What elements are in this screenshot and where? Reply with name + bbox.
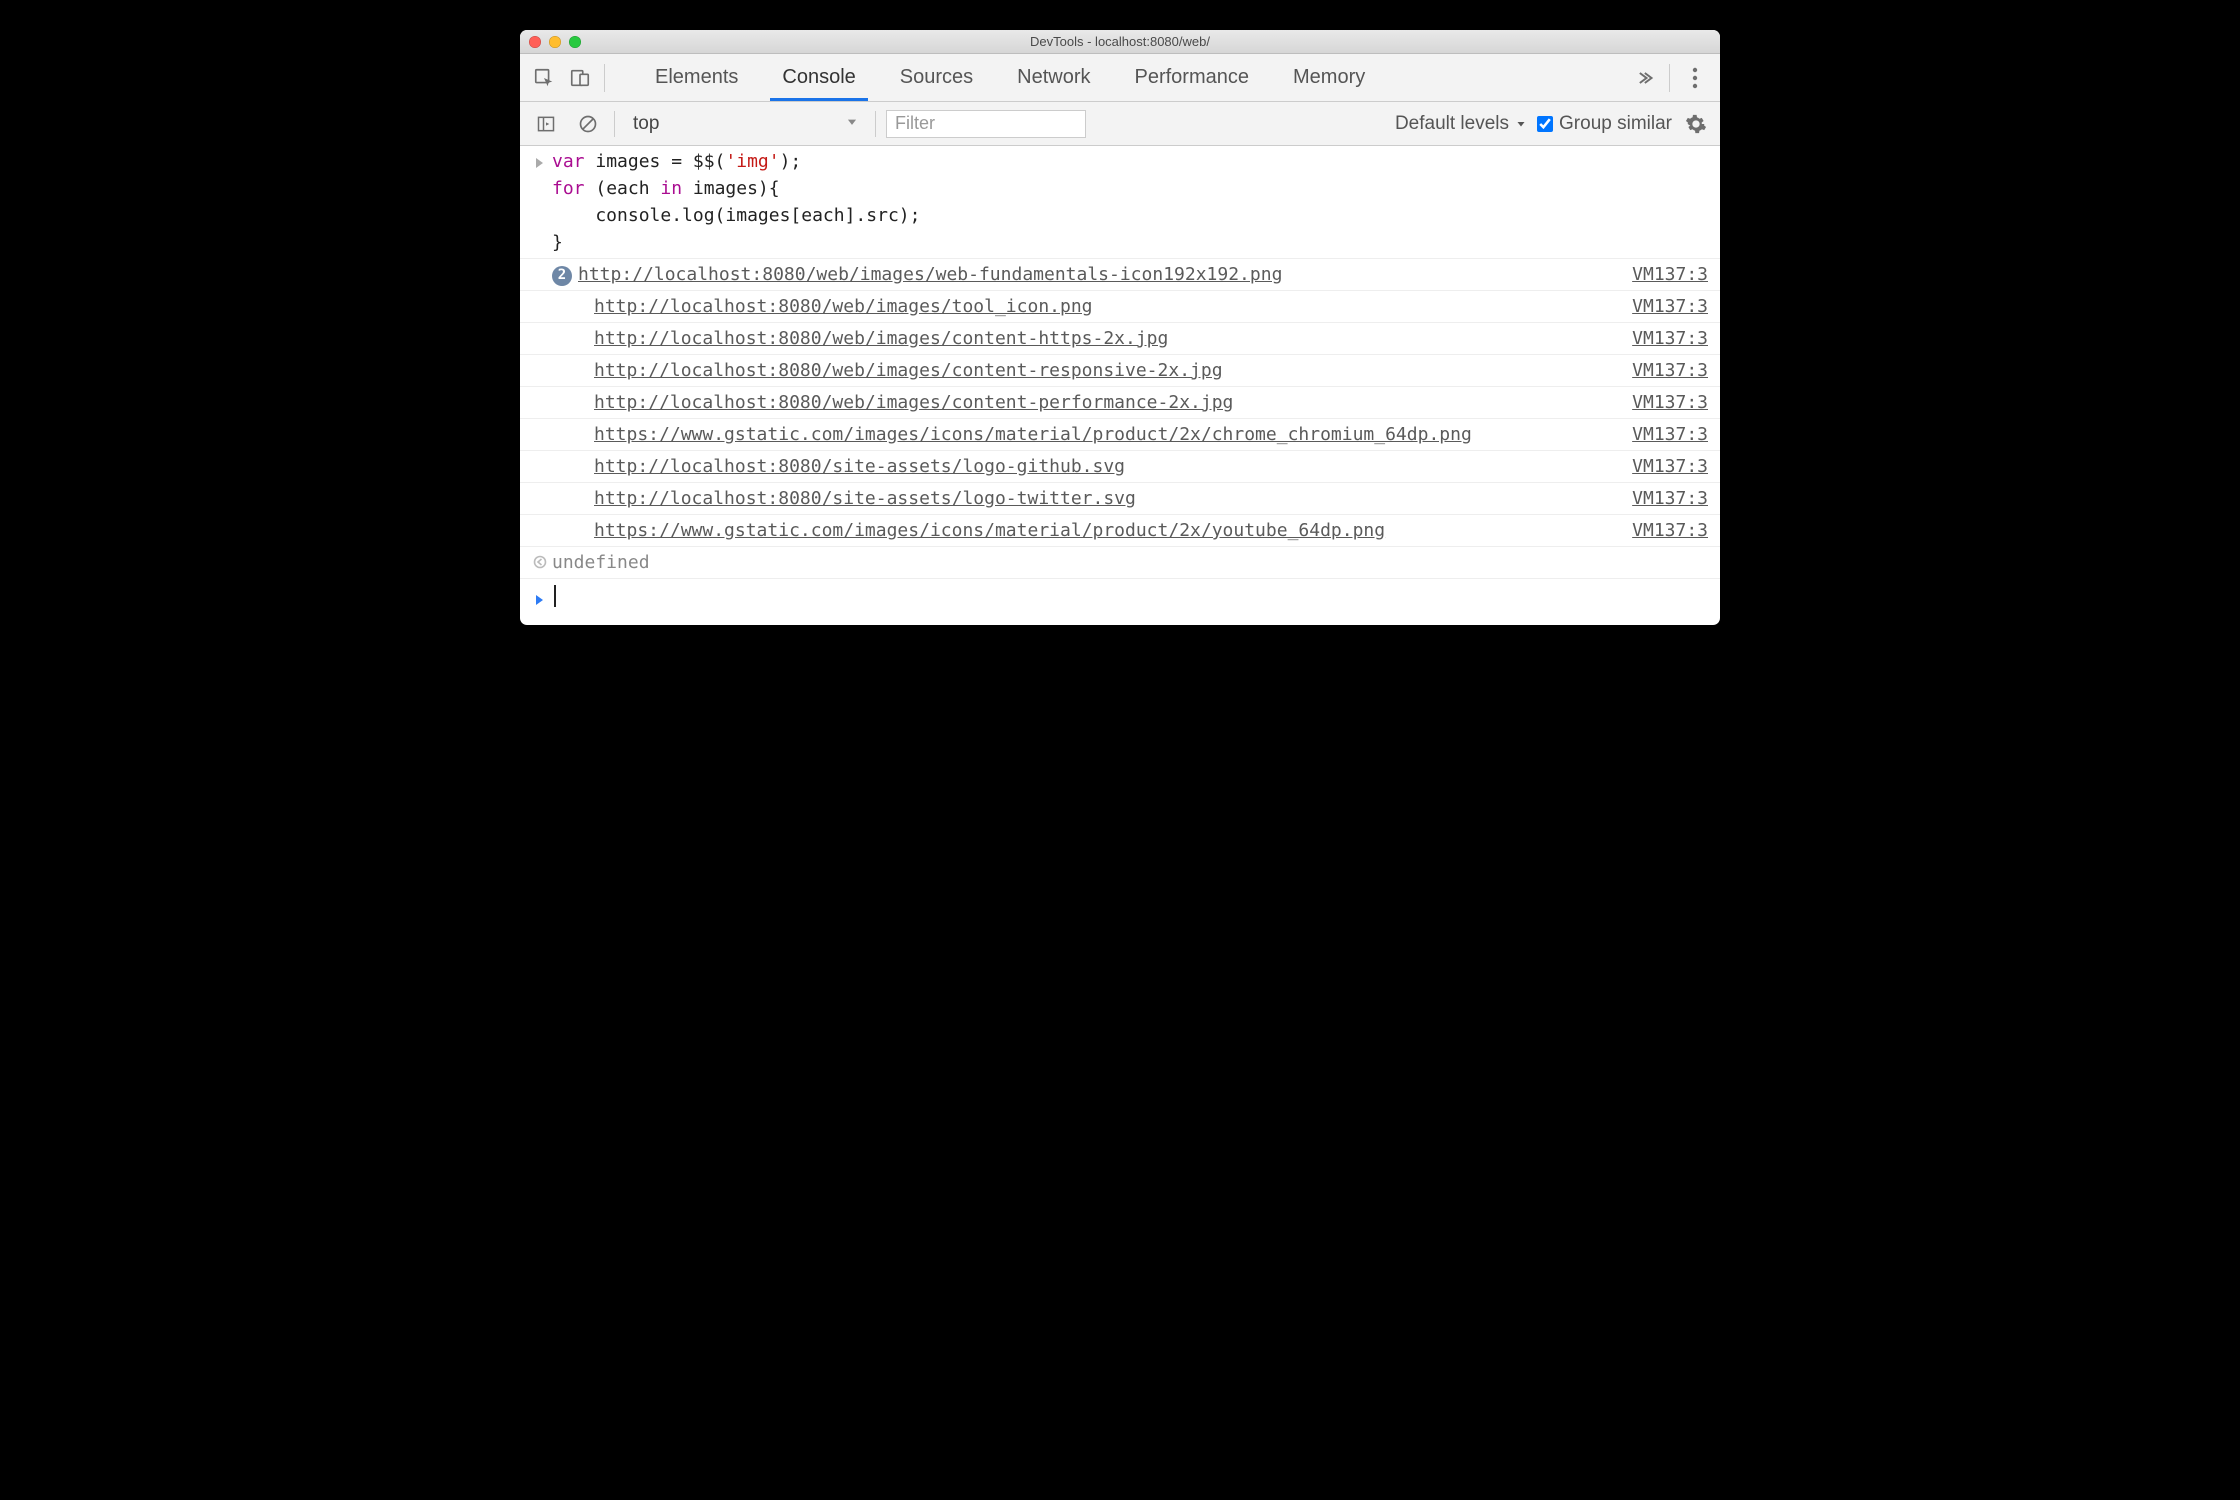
group-similar-toggle[interactable]: Group similar (1537, 113, 1672, 135)
tab-performance[interactable]: Performance (1113, 54, 1272, 101)
divider (604, 64, 605, 92)
return-arrow-icon (528, 549, 552, 576)
console-body: var images = $$('img'); for (each in ima… (520, 146, 1720, 625)
log-source-link[interactable]: VM137:3 (1632, 261, 1708, 288)
log-content: http://localhost:8080/web/images/tool_ic… (552, 293, 1620, 320)
tab-console[interactable]: Console (760, 54, 877, 101)
repeat-count-badge: 2 (552, 266, 572, 286)
log-url-link[interactable]: http://localhost:8080/site-assets/logo-t… (594, 488, 1136, 509)
more-tabs-icon[interactable] (1627, 68, 1661, 88)
log-content: http://localhost:8080/web/images/content… (552, 357, 1620, 384)
inspect-element-icon[interactable] (528, 64, 560, 92)
log-content: https://www.gstatic.com/images/icons/mat… (552, 517, 1620, 544)
console-log-row: http://localhost:8080/web/images/tool_ic… (520, 291, 1720, 323)
clear-console-icon[interactable] (572, 110, 604, 138)
text-cursor (554, 585, 556, 607)
prompt-icon (528, 585, 552, 615)
log-source-link[interactable]: VM137:3 (1632, 357, 1708, 384)
devtools-window: DevTools - localhost:8080/web/ ElementsC… (520, 30, 1720, 625)
log-gutter (528, 421, 552, 448)
console-log-row: https://www.gstatic.com/images/icons/mat… (520, 515, 1720, 547)
console-log-row: http://localhost:8080/site-assets/logo-g… (520, 451, 1720, 483)
window-titlebar: DevTools - localhost:8080/web/ (520, 30, 1720, 54)
log-gutter (528, 293, 552, 320)
log-gutter (528, 261, 552, 288)
divider (1669, 64, 1670, 92)
console-log-row: https://www.gstatic.com/images/icons/mat… (520, 419, 1720, 451)
log-url-link[interactable]: http://localhost:8080/web/images/content… (594, 328, 1168, 349)
tab-sources[interactable]: Sources (878, 54, 995, 101)
window-controls (529, 36, 581, 48)
log-source-link[interactable]: VM137:3 (1632, 485, 1708, 512)
console-settings-icon[interactable] (1682, 110, 1710, 138)
console-log-row: 2 http://localhost:8080/web/images/web-fu… (520, 259, 1720, 291)
log-content: http://localhost:8080/web/images/content… (552, 325, 1620, 352)
console-toolbar: top Default levels Group similar (520, 102, 1720, 146)
log-content: https://www.gstatic.com/images/icons/mat… (552, 421, 1620, 448)
log-gutter (528, 485, 552, 512)
device-toolbar-icon[interactable] (564, 64, 596, 92)
levels-label: Default levels (1395, 113, 1509, 135)
console-log-row: http://localhost:8080/web/images/content… (520, 323, 1720, 355)
log-source-link[interactable]: VM137:3 (1632, 293, 1708, 320)
return-value: undefined (552, 552, 650, 573)
input-code: var images = $$('img'); for (each in ima… (552, 148, 1708, 256)
toggle-sidebar-icon[interactable] (530, 110, 562, 138)
group-similar-checkbox[interactable] (1537, 116, 1553, 132)
log-gutter (528, 389, 552, 416)
log-source-link[interactable]: VM137:3 (1632, 389, 1708, 416)
chevron-down-icon (1515, 118, 1527, 130)
console-return-row: undefined (520, 547, 1720, 579)
group-similar-label: Group similar (1559, 113, 1672, 135)
divider (614, 111, 615, 137)
log-content: http://localhost:8080/web/images/content… (552, 389, 1620, 416)
log-source-link[interactable]: VM137:3 (1632, 325, 1708, 352)
log-url-link[interactable]: http://localhost:8080/web/images/content… (594, 392, 1233, 413)
console-log-row: http://localhost:8080/web/images/content… (520, 387, 1720, 419)
input-prompt-icon (528, 148, 552, 256)
log-source-link[interactable]: VM137:3 (1632, 421, 1708, 448)
filter-input[interactable] (886, 110, 1086, 138)
log-content: http://localhost:8080/site-assets/logo-g… (552, 453, 1620, 480)
console-prompt-row[interactable] (520, 579, 1720, 625)
log-gutter (528, 357, 552, 384)
devtools-tabbar: ElementsConsoleSourcesNetworkPerformance… (520, 54, 1720, 102)
log-content: 2 http://localhost:8080/web/images/web-fu… (552, 261, 1620, 288)
chevron-down-icon (845, 113, 859, 135)
log-source-link[interactable]: VM137:3 (1632, 453, 1708, 480)
log-url-link[interactable]: https://www.gstatic.com/images/icons/mat… (594, 424, 1472, 445)
devtools-menu-icon[interactable] (1678, 67, 1712, 89)
tab-elements[interactable]: Elements (633, 54, 760, 101)
log-gutter (528, 325, 552, 352)
console-input-row: var images = $$('img'); for (each in ima… (520, 146, 1720, 259)
log-levels-selector[interactable]: Default levels (1395, 113, 1527, 135)
console-input[interactable] (552, 585, 1712, 615)
context-selector[interactable]: top (625, 109, 865, 139)
log-source-link[interactable]: VM137:3 (1632, 517, 1708, 544)
close-window-button[interactable] (529, 36, 541, 48)
console-log-row: http://localhost:8080/site-assets/logo-t… (520, 483, 1720, 515)
log-url-link[interactable]: http://localhost:8080/web/images/tool_ic… (594, 296, 1093, 317)
tab-network[interactable]: Network (995, 54, 1112, 101)
divider (875, 111, 876, 137)
tab-memory[interactable]: Memory (1271, 54, 1387, 101)
log-url-link[interactable]: http://localhost:8080/web/images/web-fun… (578, 264, 1282, 285)
context-label: top (633, 113, 659, 135)
log-url-link[interactable]: http://localhost:8080/web/images/content… (594, 360, 1223, 381)
log-url-link[interactable]: http://localhost:8080/site-assets/logo-g… (594, 456, 1125, 477)
log-url-link[interactable]: https://www.gstatic.com/images/icons/mat… (594, 520, 1385, 541)
zoom-window-button[interactable] (569, 36, 581, 48)
window-title: DevTools - localhost:8080/web/ (520, 34, 1720, 49)
minimize-window-button[interactable] (549, 36, 561, 48)
log-gutter (528, 453, 552, 480)
log-gutter (528, 517, 552, 544)
tabs-container: ElementsConsoleSourcesNetworkPerformance… (633, 54, 1387, 101)
log-content: http://localhost:8080/site-assets/logo-t… (552, 485, 1620, 512)
console-log-row: http://localhost:8080/web/images/content… (520, 355, 1720, 387)
